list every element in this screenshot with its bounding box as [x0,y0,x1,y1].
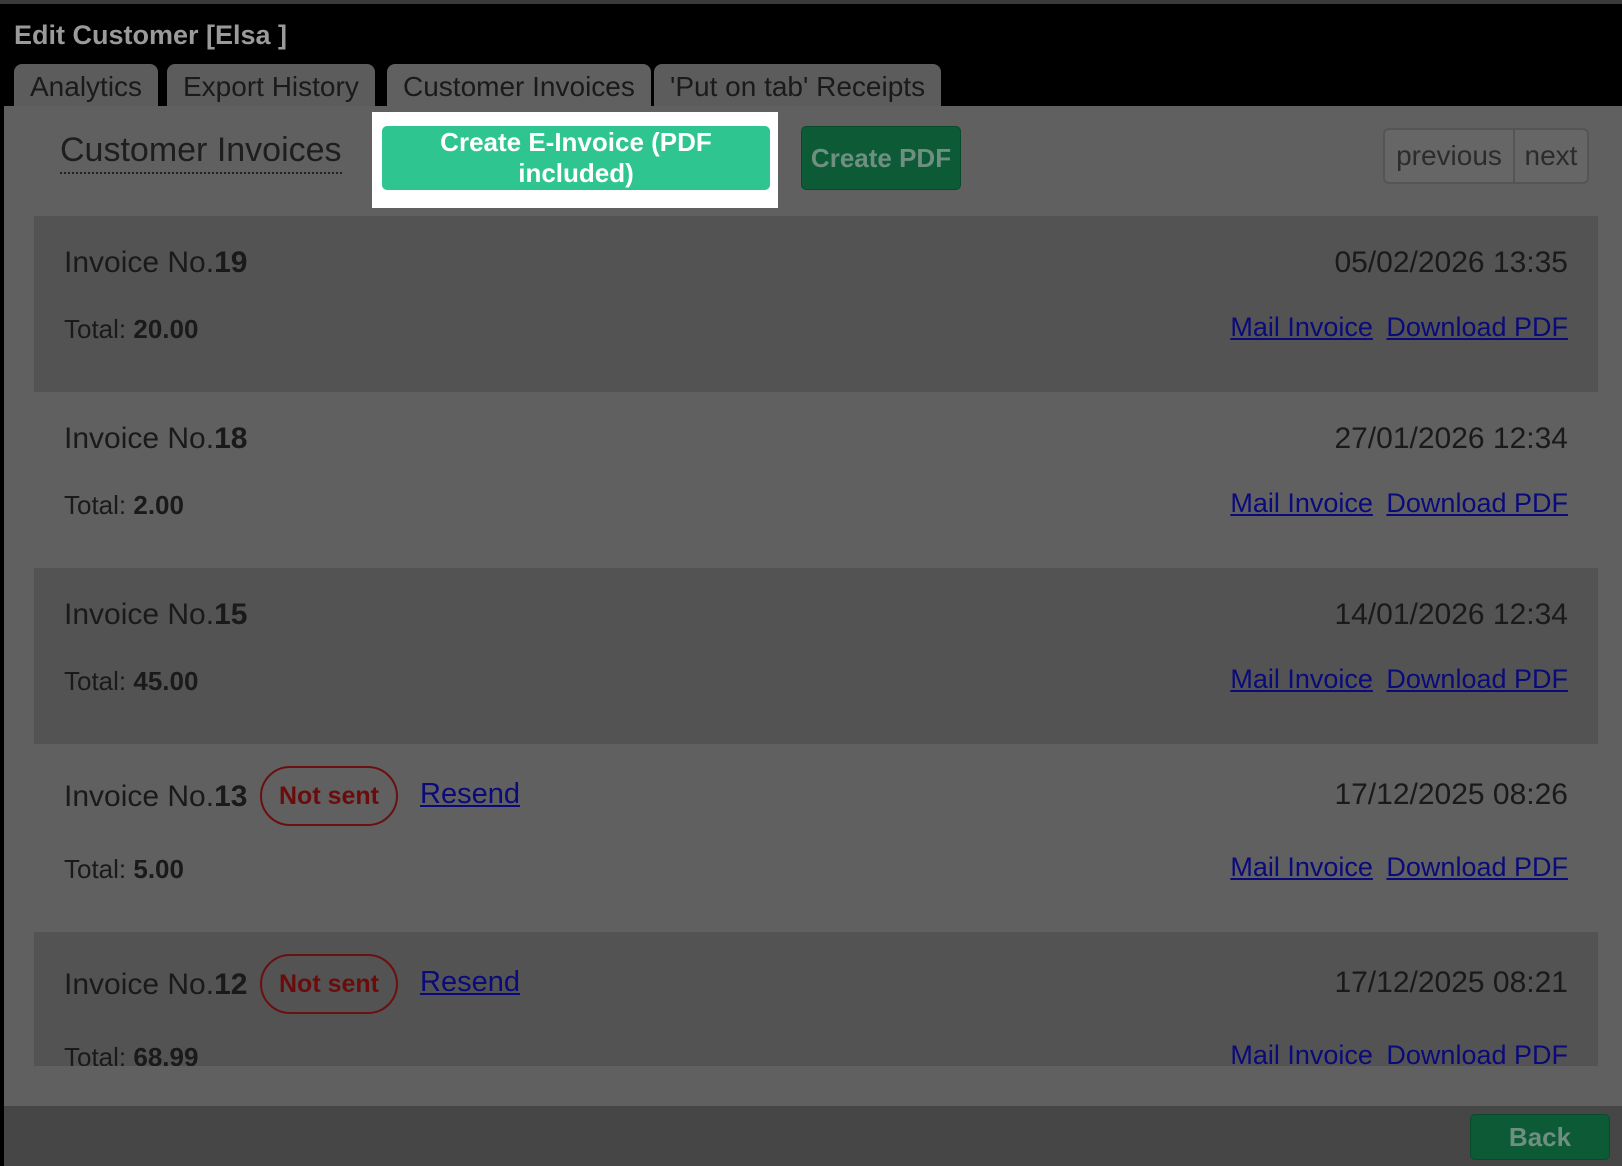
tab-export-history[interactable]: Export History [167,64,375,110]
resend-link[interactable]: Resend [420,778,520,811]
invoice-date: 17/12/2025 08:26 [1334,778,1568,811]
invoice-date: 17/12/2025 08:21 [1334,966,1568,999]
invoice-date: 14/01/2026 12:34 [1334,598,1568,631]
invoice-number: Invoice No.18 [64,422,248,455]
invoice-row: Invoice No.13 Not sent Resend 17/12/2025… [34,744,1598,932]
mail-invoice-link[interactable]: Mail Invoice [1230,1040,1373,1066]
invoice-total: Total: 5.00 [64,854,184,884]
mail-invoice-link[interactable]: Mail Invoice [1230,852,1373,882]
mail-invoice-link[interactable]: Mail Invoice [1230,664,1373,694]
invoice-date: 05/02/2026 13:35 [1334,246,1568,279]
invoice-number: Invoice No.19 [64,246,248,279]
not-sent-badge: Not sent [260,766,398,826]
invoice-row: Invoice No.19 05/02/2026 13:35 Total: 20… [34,216,1598,392]
invoice-actions: Mail Invoice Download PDF [1230,312,1568,343]
invoice-actions: Mail Invoice Download PDF [1230,664,1568,695]
window-titlebar: Edit Customer [Elsa ] Analytics Export H… [0,0,1622,110]
not-sent-badge: Not sent [260,954,398,1014]
invoice-number: Invoice No.12 [64,968,248,1001]
invoice-total: Total: 2.00 [64,490,184,520]
tab-put-on-tab-receipts[interactable]: 'Put on tab' Receipts [654,64,942,110]
download-pdf-link[interactable]: Download PDF [1386,312,1568,342]
pager: previous next [1383,128,1589,184]
download-pdf-link[interactable]: Download PDF [1386,852,1568,882]
previous-button[interactable]: previous [1385,130,1515,182]
invoice-actions: Mail Invoice Download PDF [1230,1040,1568,1066]
invoice-row: Invoice No.18 27/01/2026 12:34 Total: 2.… [34,392,1598,568]
create-einvoice-button[interactable]: Create E-Invoice (PDF included) [382,126,770,190]
window-title: Edit Customer [Elsa ] [14,20,288,50]
download-pdf-link[interactable]: Download PDF [1386,1040,1568,1066]
mail-invoice-link[interactable]: Mail Invoice [1230,488,1373,518]
invoice-date: 27/01/2026 12:34 [1334,422,1568,455]
back-button[interactable]: Back [1470,1114,1610,1160]
next-button[interactable]: next [1515,130,1587,182]
invoice-number: Invoice No.13 [64,780,248,813]
tab-customer-invoices[interactable]: Customer Invoices [387,64,651,110]
customer-invoices-panel: Customer Invoices Create E-Invoice (PDF … [4,106,1622,1106]
download-pdf-link[interactable]: Download PDF [1386,664,1568,694]
invoice-list: Invoice No.19 05/02/2026 13:35 Total: 20… [34,216,1598,1066]
download-pdf-link[interactable]: Download PDF [1386,488,1568,518]
tab-analytics[interactable]: Analytics [14,64,159,110]
invoice-total: Total: 20.00 [64,314,199,344]
invoice-total: Total: 45.00 [64,666,199,696]
resend-link[interactable]: Resend [420,966,520,999]
invoice-actions: Mail Invoice Download PDF [1230,488,1568,519]
invoice-number: Invoice No.15 [64,598,248,631]
section-title: Customer Invoices [60,130,342,174]
invoice-total: Total: 68.99 [64,1042,199,1066]
create-pdf-button[interactable]: Create PDF [801,126,961,190]
invoice-row: Invoice No.12 Not sent Resend 17/12/2025… [34,932,1598,1066]
invoice-row: Invoice No.15 14/01/2026 12:34 Total: 45… [34,568,1598,744]
mail-invoice-link[interactable]: Mail Invoice [1230,312,1373,342]
footer-bar: Back [4,1106,1622,1166]
invoice-actions: Mail Invoice Download PDF [1230,852,1568,883]
